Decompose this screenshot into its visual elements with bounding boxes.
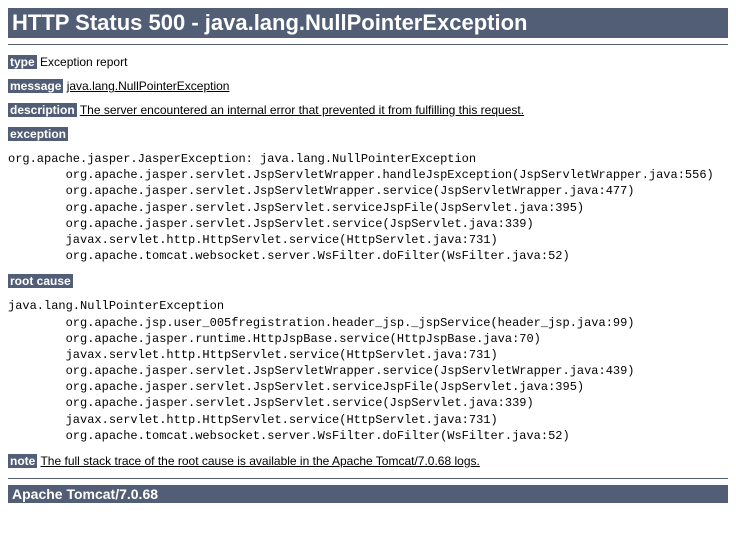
exception-line: exception <box>8 127 728 141</box>
type-label: type <box>8 55 37 69</box>
message-value: java.lang.NullPointerException <box>67 79 230 93</box>
message-label: message <box>8 79 63 93</box>
exception-label: exception <box>8 127 68 141</box>
page-title: HTTP Status 500 - java.lang.NullPointerE… <box>8 8 728 38</box>
divider <box>8 478 728 479</box>
exception-trace: org.apache.jasper.JasperException: java.… <box>8 151 728 264</box>
root-cause-line: root cause <box>8 274 728 288</box>
note-value: The full stack trace of the root cause i… <box>40 454 479 468</box>
root-cause-label: root cause <box>8 274 73 288</box>
type-line: type Exception report <box>8 55 728 69</box>
note-label: note <box>8 454 37 468</box>
note-line: note The full stack trace of the root ca… <box>8 454 728 468</box>
message-line: message java.lang.NullPointerException <box>8 79 728 93</box>
description-label: description <box>8 103 77 117</box>
root-cause-trace: java.lang.NullPointerException org.apach… <box>8 298 728 444</box>
divider <box>8 44 728 45</box>
description-line: description The server encountered an in… <box>8 103 728 117</box>
description-value: The server encountered an internal error… <box>80 103 524 117</box>
server-footer: Apache Tomcat/7.0.68 <box>8 485 728 503</box>
type-value: Exception report <box>40 55 127 69</box>
